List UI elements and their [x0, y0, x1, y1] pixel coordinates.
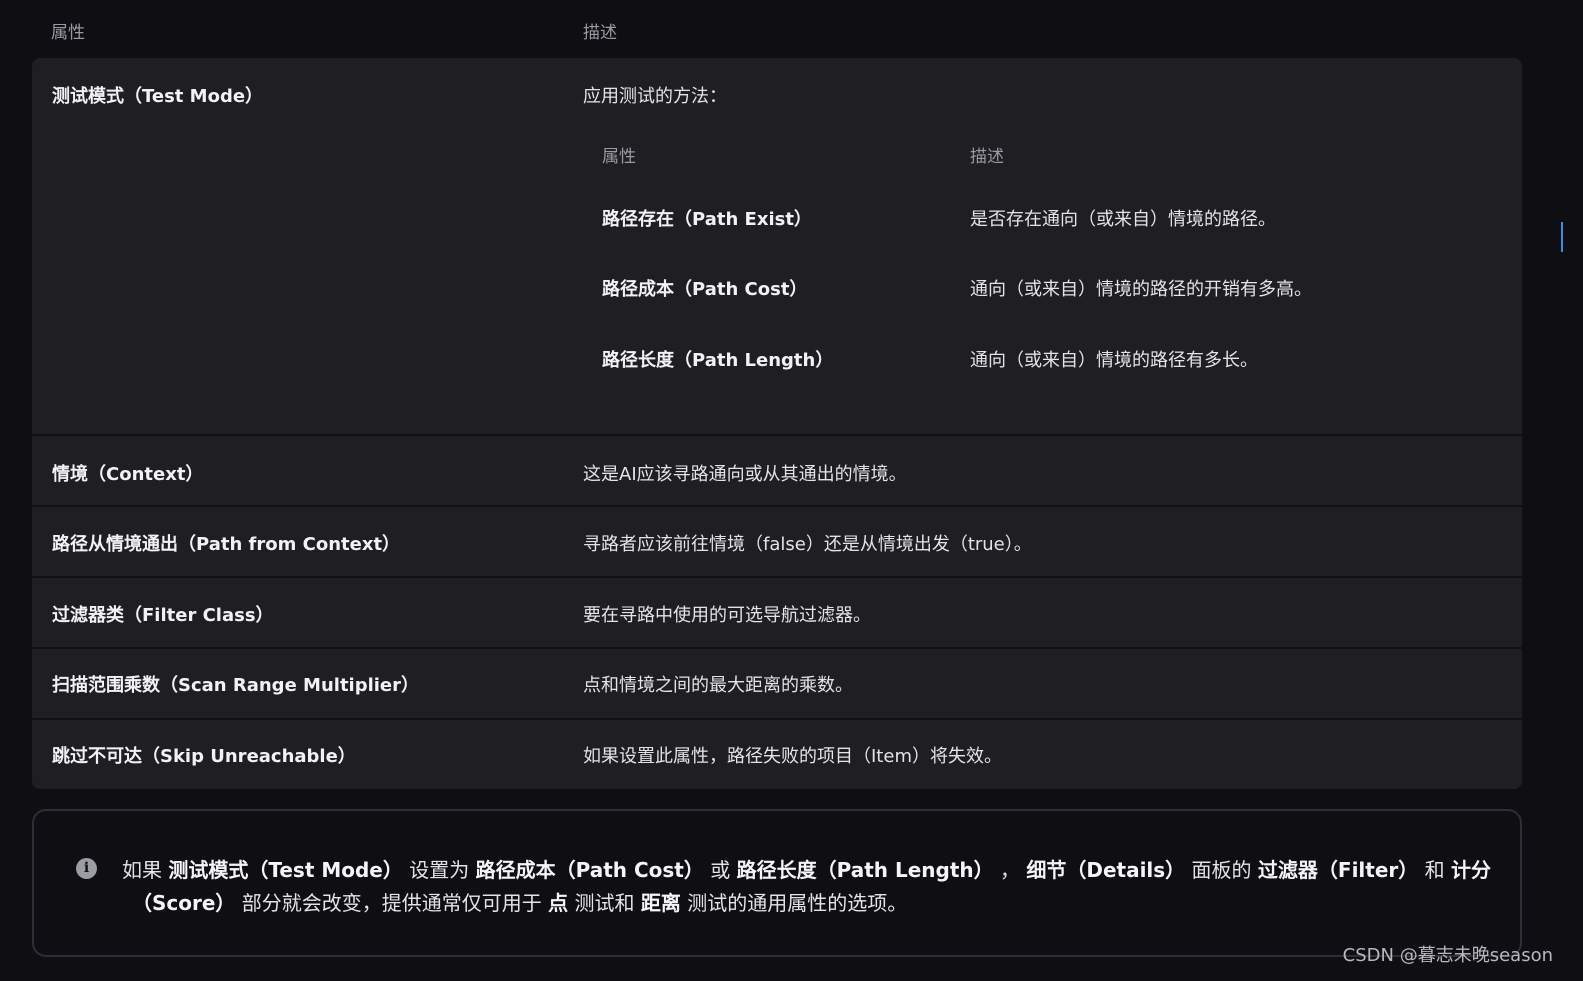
property-name: 跳过不可达（Skip Unreachable）	[52, 746, 356, 767]
property-description: 寻路者应该前往情境（false）还是从情境出发（true）。	[583, 534, 1032, 555]
property-description: 点和情境之间的最大距离的乘数。	[583, 675, 853, 696]
info-callout: i 如果 测试模式（Test Mode） 设置为 路径成本（Path Cost）…	[32, 809, 1522, 957]
table-row: 过滤器类（Filter Class） 要在寻路中使用的可选导航过滤器。	[32, 576, 1522, 647]
header-description: 描述	[583, 23, 617, 43]
table-row: 测试模式（Test Mode） 应用测试的方法： 属性 描述 路径存在（Path…	[32, 58, 1522, 434]
property-description: 要在寻路中使用的可选导航过滤器。	[583, 605, 871, 626]
property-description: 如果设置此属性，路径失败的项目（Item）将失效。	[583, 746, 1002, 767]
header-property: 属性	[51, 23, 85, 43]
property-name: 测试模式（Test Mode）	[52, 86, 264, 107]
watermark: CSDN @暮志未晚season	[1342, 945, 1553, 966]
property-description: 这是AI应该寻路通向或从其通出的情境。	[583, 464, 907, 485]
property-name: 扫描范围乘数（Scan Range Multiplier）	[52, 675, 420, 696]
inner-header-description: 描述	[970, 147, 1004, 167]
table-row: 扫描范围乘数（Scan Range Multiplier） 点和情境之间的最大距…	[32, 647, 1522, 718]
properties-table: 测试模式（Test Mode） 应用测试的方法： 属性 描述 路径存在（Path…	[32, 58, 1522, 789]
scroll-indicator[interactable]	[1561, 222, 1563, 252]
table-header: 属性 描述	[32, 0, 1522, 58]
callout-line-2: （Score） 部分就会改变，提供通常仅可用于 点 测试和 距离 测试的通用属性…	[132, 891, 908, 915]
callout-line-1: 如果 测试模式（Test Mode） 设置为 路径成本（Path Cost） 或…	[122, 858, 1491, 882]
inner-property-name: 路径存在（Path Exist）	[602, 209, 812, 230]
inner-property-description: 通向（或来自）情境的路径的开销有多高。	[970, 279, 1312, 300]
table-row: 跳过不可达（Skip Unreachable） 如果设置此属性，路径失败的项目（…	[32, 718, 1522, 789]
property-name: 过滤器类（Filter Class）	[52, 605, 274, 626]
property-name: 情境（Context）	[52, 464, 204, 485]
table-row: 情境（Context） 这是AI应该寻路通向或从其通出的情境。	[32, 434, 1522, 505]
property-name: 路径从情境通出（Path from Context）	[52, 534, 401, 555]
info-icon: i	[76, 858, 97, 879]
inner-header-property: 属性	[602, 147, 636, 167]
property-description: 应用测试的方法：	[583, 86, 727, 107]
inner-property-name: 路径成本（Path Cost）	[602, 279, 808, 300]
table-row: 路径从情境通出（Path from Context） 寻路者应该前往情境（fal…	[32, 505, 1522, 576]
inner-property-description: 通向（或来自）情境的路径有多长。	[970, 350, 1258, 371]
inner-property-description: 是否存在通向（或来自）情境的路径。	[970, 209, 1276, 230]
page: 属性 描述 测试模式（Test Mode） 应用测试的方法： 属性 描述 路径存…	[0, 0, 1583, 981]
inner-property-name: 路径长度（Path Length）	[602, 350, 834, 371]
